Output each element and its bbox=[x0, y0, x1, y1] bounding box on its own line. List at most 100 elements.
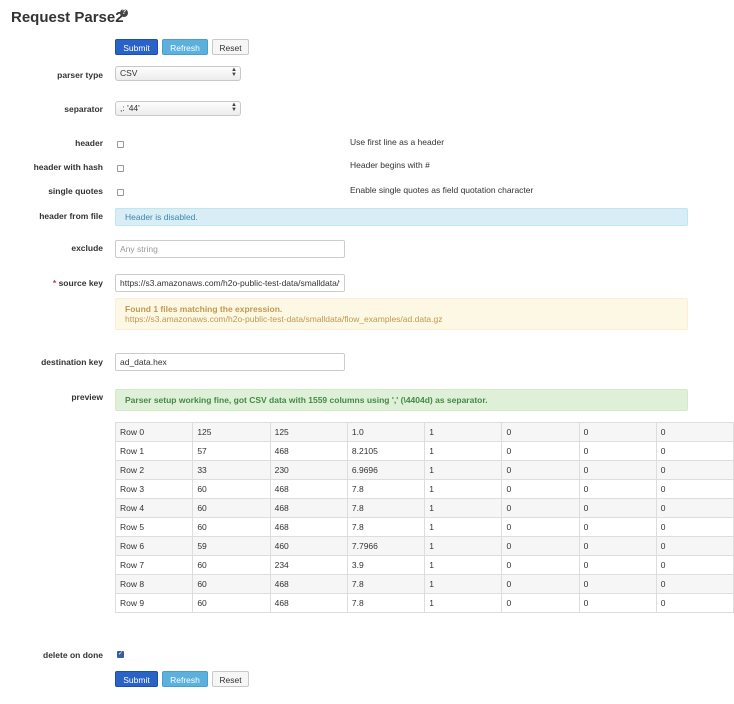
table-cell: 60 bbox=[192, 574, 271, 594]
table-cell: 60 bbox=[192, 555, 271, 575]
row-label-cell: Row 7 bbox=[114, 555, 194, 575]
required-marker: * bbox=[52, 278, 57, 288]
exclude-input[interactable] bbox=[115, 240, 345, 258]
table-row: Row 4 60 468 7.8 1 0 0 0 bbox=[114, 498, 734, 518]
header-hint: Use first line as a header bbox=[350, 137, 445, 147]
table-row: Row 0 125 125 1.0 1 0 0 0 bbox=[114, 422, 734, 442]
table-cell: 0 bbox=[501, 441, 580, 461]
table-cell: 460 bbox=[269, 536, 348, 556]
header-with-hash-checkbox[interactable] bbox=[117, 165, 124, 172]
page-title: Request Parse2 bbox=[11, 9, 124, 26]
separator-select[interactable]: ,: '44' ▲ ▼ bbox=[115, 101, 241, 116]
refresh-button-top[interactable]: Refresh bbox=[162, 39, 208, 55]
table-cell: 1 bbox=[424, 422, 503, 442]
row-label-cell: Row 8 bbox=[114, 574, 194, 594]
table-cell: 7.8 bbox=[346, 574, 426, 594]
row-label-cell: Row 1 bbox=[114, 441, 194, 461]
parser-success-alert: Parser setup working fine, got CSV data … bbox=[115, 389, 688, 411]
submit-button-bottom[interactable]: Submit bbox=[115, 671, 158, 687]
table-cell: 1.0 bbox=[346, 422, 426, 442]
table-cell: 0 bbox=[655, 517, 734, 537]
table-cell: 468 bbox=[269, 498, 348, 518]
table-cell: 0 bbox=[578, 422, 657, 442]
table-cell: 33 bbox=[192, 460, 271, 480]
single-quotes-hint: Enable single quotes as field quotation … bbox=[350, 185, 534, 195]
header-with-hash-label: header with hash bbox=[33, 162, 103, 172]
table-cell: 57 bbox=[192, 441, 271, 461]
separator-label: separator bbox=[64, 104, 103, 114]
table-cell: 0 bbox=[501, 460, 580, 480]
table-cell: 0 bbox=[655, 498, 734, 518]
separator-value: ,: '44' bbox=[120, 103, 140, 113]
table-cell: 1 bbox=[424, 555, 503, 575]
table-cell: 1 bbox=[424, 517, 503, 537]
table-cell: 7.8 bbox=[346, 593, 426, 613]
table-cell: 8.2105 bbox=[346, 441, 426, 461]
table-cell: 0 bbox=[578, 479, 657, 499]
table-cell: 7.7966 bbox=[346, 536, 426, 556]
table-row: Row 6 59 460 7.7966 1 0 0 0 bbox=[114, 536, 734, 556]
row-label-cell: Row 3 bbox=[114, 479, 194, 499]
table-cell: 0 bbox=[501, 498, 580, 518]
header-label: header bbox=[75, 138, 103, 148]
single-quotes-checkbox[interactable] bbox=[117, 189, 124, 196]
delete-on-done-checkbox[interactable] bbox=[117, 650, 124, 658]
table-cell: 234 bbox=[269, 555, 348, 575]
table-cell: 0 bbox=[655, 536, 734, 556]
table-cell: 0 bbox=[655, 422, 734, 442]
parser-type-select[interactable]: CSV ▲ ▼ bbox=[115, 66, 241, 81]
table-cell: 0 bbox=[655, 593, 734, 613]
header-disabled-alert: Header is disabled. bbox=[115, 208, 688, 226]
table-cell: 468 bbox=[269, 593, 348, 613]
reset-button-bottom[interactable]: Reset bbox=[212, 671, 249, 687]
table-cell: 1 bbox=[424, 479, 503, 499]
table-cell: 0 bbox=[578, 555, 657, 575]
table-cell: 6.9696 bbox=[346, 460, 426, 480]
table-cell: 59 bbox=[192, 536, 271, 556]
table-row: Row 7 60 234 3.9 1 0 0 0 bbox=[114, 555, 734, 575]
source-key-label-text: source key bbox=[58, 278, 103, 288]
reset-button-top[interactable]: Reset bbox=[212, 39, 249, 55]
table-row: Row 1 57 468 8.2105 1 0 0 0 bbox=[114, 441, 734, 461]
table-cell: 0 bbox=[655, 441, 734, 461]
table-cell: 60 bbox=[192, 498, 271, 518]
source-key-input[interactable] bbox=[115, 274, 345, 292]
table-cell: 468 bbox=[269, 479, 348, 499]
table-row: Row 9 60 468 7.8 1 0 0 0 bbox=[114, 593, 734, 613]
row-label-cell: Row 5 bbox=[114, 517, 194, 537]
select-arrows-icon: ▲ ▼ bbox=[231, 102, 237, 113]
table-cell: 1 bbox=[424, 441, 503, 461]
table-row: Row 2 33 230 6.9696 1 0 0 0 bbox=[114, 460, 734, 480]
header-checkbox[interactable] bbox=[117, 141, 124, 148]
source-key-label: * source key bbox=[53, 278, 103, 288]
table-cell: 3.9 bbox=[346, 555, 426, 575]
table-cell: 0 bbox=[501, 536, 580, 556]
preview-label: preview bbox=[71, 392, 103, 402]
table-cell: 1 bbox=[424, 460, 503, 480]
row-label-cell: Row 0 bbox=[114, 422, 194, 442]
files-found-path: https://s3.amazonaws.com/h2o-public-test… bbox=[125, 314, 443, 324]
destination-key-input[interactable] bbox=[115, 353, 345, 371]
table-cell: 7.8 bbox=[346, 498, 426, 518]
table-cell: 0 bbox=[578, 460, 657, 480]
help-icon[interactable]: ? bbox=[120, 9, 128, 17]
table-cell: 1 bbox=[424, 536, 503, 556]
destination-key-label: destination key bbox=[41, 357, 103, 367]
header-with-hash-hint: Header begins with # bbox=[350, 160, 430, 170]
table-cell: 125 bbox=[269, 422, 348, 442]
table-cell: 0 bbox=[578, 517, 657, 537]
table-cell: 0 bbox=[578, 574, 657, 594]
table-cell: 468 bbox=[269, 441, 348, 461]
delete-on-done-label: delete on done bbox=[43, 650, 103, 660]
submit-button-top[interactable]: Submit bbox=[115, 39, 158, 55]
table-cell: 0 bbox=[501, 593, 580, 613]
table-cell: 0 bbox=[655, 574, 734, 594]
preview-table-body: Row 0 125 125 1.0 1 0 0 0 Row 1 57 468 8.2105 1 0 0 0 Ro… bbox=[114, 422, 734, 613]
table-row: Row 5 60 468 7.8 1 0 0 0 bbox=[114, 517, 734, 537]
table-cell: 0 bbox=[578, 441, 657, 461]
refresh-button-bottom[interactable]: Refresh bbox=[162, 671, 208, 687]
table-cell: 60 bbox=[192, 593, 271, 613]
table-cell: 1 bbox=[424, 574, 503, 594]
table-cell: 0 bbox=[501, 479, 580, 499]
files-found-title: Found 1 files matching the expression. bbox=[125, 304, 283, 314]
